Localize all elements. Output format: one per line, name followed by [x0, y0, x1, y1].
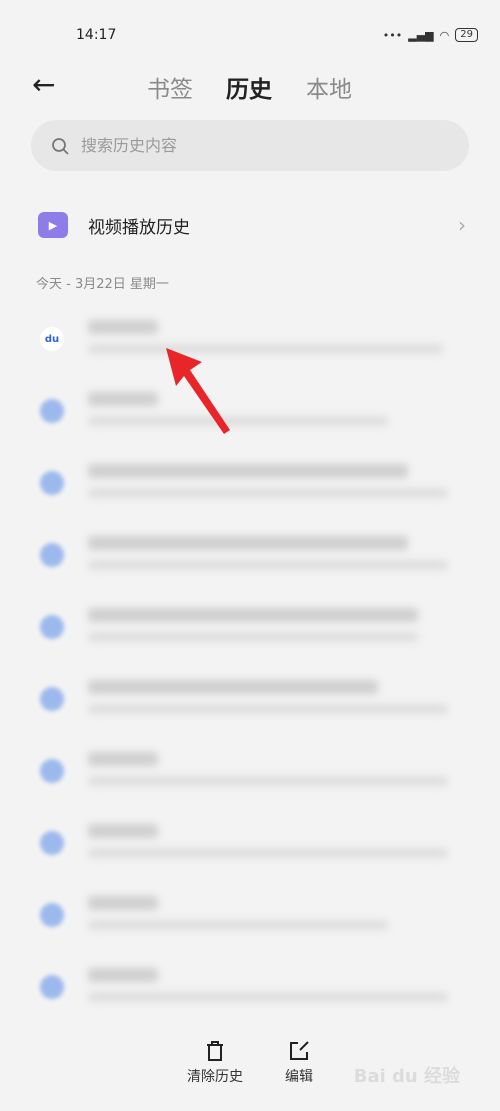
- history-item[interactable]: [0, 886, 500, 946]
- site-favicon-icon: [40, 903, 64, 927]
- history-item[interactable]: [0, 670, 500, 730]
- history-item[interactable]: du: [0, 310, 500, 370]
- site-favicon-icon: [40, 759, 64, 783]
- history-item[interactable]: [0, 598, 500, 658]
- history-item-url: [88, 992, 448, 1002]
- status-icons: ••• ▂▄▆ ◠ 29: [383, 28, 478, 42]
- history-item-title: [88, 824, 158, 838]
- site-favicon-icon: [40, 399, 64, 423]
- tab-history[interactable]: 历史: [226, 70, 272, 104]
- history-item-title: [88, 752, 158, 766]
- search-bar[interactable]: [31, 120, 469, 171]
- history-item-title: [88, 464, 408, 478]
- history-item-url: [88, 920, 388, 930]
- site-favicon-icon: [40, 615, 64, 639]
- site-favicon-icon: [40, 543, 64, 567]
- site-favicon-icon: [40, 975, 64, 999]
- edit-label: 编辑: [285, 1069, 313, 1085]
- video-history-label: 视频播放历史: [88, 217, 190, 238]
- status-time: 14:17: [76, 27, 117, 43]
- history-item-title: [88, 320, 158, 334]
- history-item-url: [88, 704, 448, 714]
- history-item-title: [88, 968, 158, 982]
- baidu-watermark: Bai du 经验: [353, 1066, 460, 1087]
- date-header: 今天 - 3月22日 星期一: [36, 277, 169, 292]
- edit-icon: [290, 1041, 309, 1060]
- history-item-title: [88, 392, 158, 406]
- wifi-icon: ◠: [439, 28, 450, 42]
- history-item-title: [88, 608, 418, 622]
- chevron-right-icon: ›: [458, 213, 466, 237]
- history-item-title: [88, 680, 378, 694]
- video-history-row[interactable]: ▶ 视频播放历史 ›: [0, 200, 500, 250]
- search-input[interactable]: [81, 136, 421, 155]
- search-icon: [52, 137, 69, 155]
- history-item-url: [88, 344, 443, 354]
- history-item[interactable]: [0, 958, 500, 1018]
- signal-icon: ▂▄▆: [408, 28, 434, 42]
- baidu-icon: du: [40, 327, 64, 351]
- history-item-title: [88, 896, 158, 910]
- history-item-url: [88, 632, 418, 642]
- history-item-url: [88, 776, 448, 786]
- tab-local[interactable]: 本地: [306, 70, 352, 104]
- site-favicon-icon: [40, 687, 64, 711]
- history-item[interactable]: [0, 454, 500, 514]
- clear-history-label: 清除历史: [187, 1069, 243, 1085]
- play-icon: ▶: [38, 212, 68, 238]
- edit-button[interactable]: 编辑: [285, 1040, 313, 1086]
- history-item-url: [88, 488, 448, 498]
- more-dots-icon: •••: [382, 28, 403, 42]
- red-arrow-annotation: [166, 348, 230, 434]
- tab-bookmarks[interactable]: 书签: [147, 70, 193, 104]
- trash-icon: [207, 1041, 223, 1061]
- history-item[interactable]: [0, 814, 500, 874]
- history-item[interactable]: [0, 742, 500, 802]
- clear-history-button[interactable]: 清除历史: [187, 1040, 243, 1086]
- battery-icon: 29: [455, 28, 478, 42]
- history-item[interactable]: [0, 382, 500, 442]
- history-item-url: [88, 848, 448, 858]
- site-favicon-icon: [40, 471, 64, 495]
- history-item[interactable]: [0, 526, 500, 586]
- history-item-url: [88, 560, 448, 570]
- history-item-title: [88, 536, 408, 550]
- site-favicon-icon: [40, 831, 64, 855]
- back-arrow-icon[interactable]: ←: [32, 68, 55, 101]
